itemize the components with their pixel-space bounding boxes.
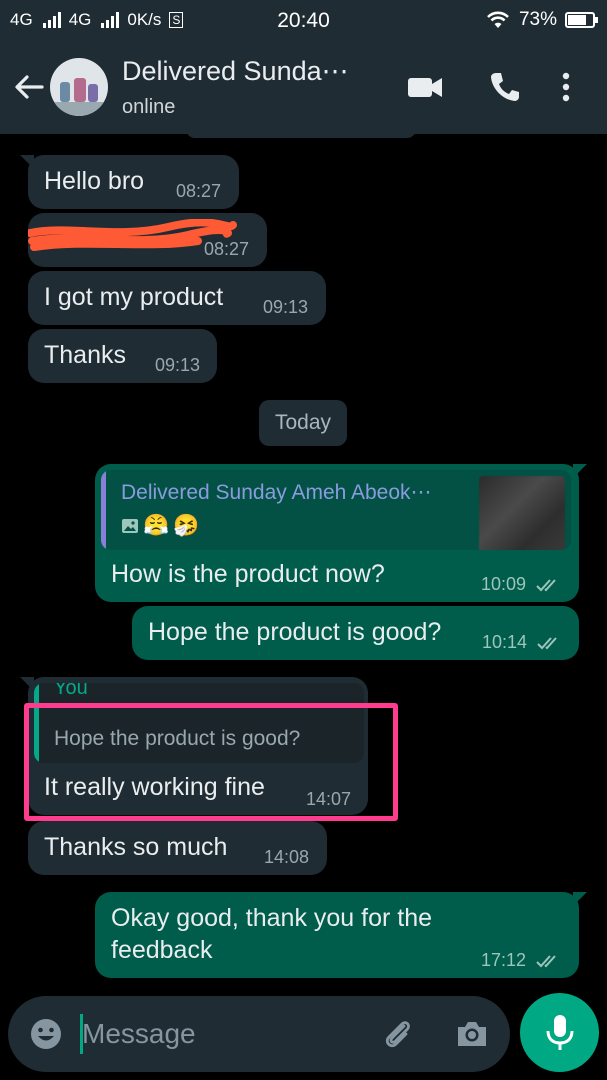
attach-icon[interactable] [380, 1016, 416, 1052]
double-check-icon [536, 579, 556, 592]
message-text: Hello bro [44, 167, 145, 195]
message-time: 08:27 [204, 239, 250, 259]
message-text: Thanks so much [44, 833, 228, 861]
battery-icon [565, 12, 598, 28]
message-bubble-outgoing[interactable]: Hope the product is good? 10:14 [132, 606, 579, 660]
video-call-icon[interactable] [406, 70, 444, 104]
message-time: 17:12 [481, 950, 563, 971]
message-text: How is the product now? [111, 560, 385, 588]
message-bubble[interactable]: Thanks so much 14:08 [28, 821, 327, 875]
chat-status: online [122, 96, 176, 118]
quoted-thumbnail [479, 476, 565, 550]
camera-icon[interactable] [454, 1016, 490, 1052]
message-bubble-outgoing[interactable]: Delivered Sunday Ameh Abeok⋯ 😤 🤧 How is … [95, 464, 587, 602]
message-time: 10:09 [481, 574, 563, 595]
message-time: 09:13 [263, 297, 309, 317]
message-time: 08:27 [176, 181, 222, 201]
back-arrow-icon[interactable] [12, 70, 46, 104]
status-bar: 4G 4G 0K/s S 20:40 73% [0, 0, 607, 42]
highlight-annotation-box [24, 703, 398, 821]
message-time: 14:08 [264, 847, 310, 867]
message-bubble[interactable]: Thanks 09:13 [28, 329, 217, 383]
message-text: Thanks [44, 341, 126, 369]
message-time: 09:13 [155, 355, 201, 375]
message-text-line2: feedback [111, 936, 213, 964]
message-text: Hope the product is good? [148, 618, 442, 646]
chat-area[interactable]: Hello bro 08:27 08:27 I got my product 0… [0, 120, 607, 992]
double-check-icon [537, 637, 557, 650]
message-bubble[interactable]: I got my product 09:13 [28, 271, 326, 325]
double-check-icon [536, 955, 556, 968]
quoted-content: 😤 🤧 [121, 514, 199, 538]
image-icon [122, 519, 138, 533]
message-bubble[interactable]: Hello bro 08:27 [20, 155, 239, 209]
emoji-icon[interactable] [28, 1016, 64, 1052]
quoted-message[interactable]: Delivered Sunday Ameh Abeok⋯ 😤 🤧 [101, 470, 571, 550]
voice-message-button[interactable] [520, 993, 599, 1072]
message-text-line1: Okay good, thank you for the [111, 904, 433, 932]
message-time: 10:14 [482, 632, 564, 653]
message-bubble[interactable]: 08:27 [28, 213, 267, 267]
emoji-sneeze: 🤧 [173, 514, 200, 537]
chat-title[interactable]: Delivered Sunda⋯ [122, 56, 382, 87]
wifi-icon [487, 11, 509, 28]
microphone-icon [546, 1015, 574, 1050]
message-bubble-outgoing[interactable]: Okay good, thank you for the feedback 17… [95, 892, 587, 978]
date-chip: Today [259, 400, 347, 446]
status-right: 73% [485, 9, 598, 31]
message-text: I got my product [44, 283, 224, 311]
quoted-author: Delivered Sunday Ameh Abeok⋯ [121, 481, 432, 504]
battery-percent: 73% [518, 9, 557, 30]
avatar[interactable] [50, 58, 108, 116]
phone-call-icon[interactable] [488, 70, 522, 104]
more-menu-icon[interactable] [556, 70, 576, 104]
message-composer [8, 996, 510, 1072]
quoted-author: You [54, 683, 88, 699]
message-partial[interactable] [186, 120, 416, 138]
emoji-steam: 😤 [143, 514, 170, 537]
message-input[interactable] [82, 1014, 362, 1054]
